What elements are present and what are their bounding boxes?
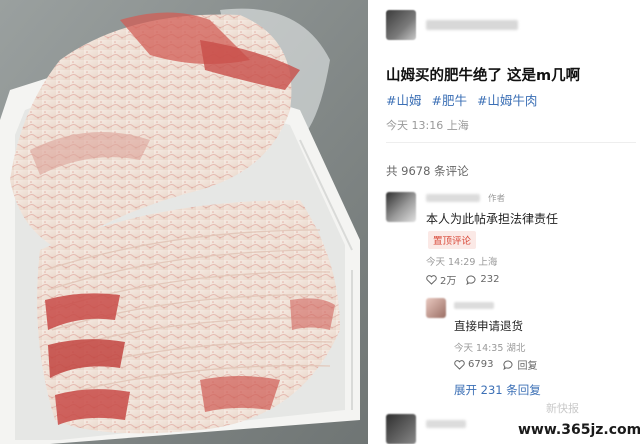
comment-text: 本人为此帖承担法律责任: [426, 212, 559, 226]
comment-count: 共 9678 条评论: [386, 164, 469, 178]
site-watermark: www.365jz.com: [516, 422, 640, 438]
reply-button[interactable]: 232: [466, 274, 499, 285]
like-button[interactable]: 2万: [426, 272, 456, 287]
beef-tray-image: [0, 0, 368, 444]
reply-count: 232: [480, 274, 500, 285]
expand-replies-link[interactable]: 展开 231 条回复: [454, 382, 541, 398]
comment-actions: 6793 回复: [454, 357, 547, 372]
reply-label: 回复: [517, 361, 538, 372]
commenter-name-blurred[interactable]: [454, 302, 494, 309]
post-header: [386, 10, 518, 40]
comment-actions: 2万 232: [426, 272, 509, 287]
post-tags: #山姆 #肥牛 #山姆牛肉: [386, 90, 543, 109]
comment-meta: 今天 14:35 湖北: [454, 343, 526, 354]
tag-link[interactable]: #肥牛: [431, 93, 466, 108]
comment-text: 直接申请退货: [454, 319, 523, 333]
commenter-avatar[interactable]: [426, 298, 446, 318]
author-badge: 作者: [488, 194, 506, 204]
tag-link[interactable]: #山姆: [386, 93, 421, 108]
commenter-name-blurred[interactable]: [426, 194, 480, 202]
post-photo[interactable]: [0, 0, 368, 444]
comment-bubble-icon: [503, 360, 513, 370]
comment-bubble-icon: [466, 275, 476, 285]
reply-button[interactable]: 回复: [503, 357, 537, 372]
author-name-blurred[interactable]: [426, 20, 518, 30]
news-watermark: 新快报: [546, 402, 579, 415]
like-count: 2万: [440, 276, 457, 287]
post-timestamp: 今天 13:16 上海: [386, 119, 469, 132]
like-button[interactable]: 6793: [454, 359, 493, 370]
commenter-avatar[interactable]: [386, 192, 416, 222]
post-panel: 山姆买的肥牛绝了 这是m几啊 #山姆 #肥牛 #山姆牛肉 今天 13:16 上海…: [368, 0, 640, 444]
tag-link[interactable]: #山姆牛肉: [477, 93, 537, 108]
heart-icon: [454, 359, 465, 370]
pinned-comment-badge: 置顶评论: [428, 231, 477, 249]
author-avatar[interactable]: [386, 10, 416, 40]
commenter-name-blurred[interactable]: [426, 420, 466, 428]
like-count: 6793: [468, 359, 494, 370]
post-title: 山姆买的肥牛绝了 这是m几啊: [386, 68, 581, 84]
heart-icon: [426, 274, 437, 285]
divider: [386, 142, 636, 143]
commenter-avatar[interactable]: [386, 414, 416, 444]
comment-meta: 今天 14:29 上海: [426, 257, 498, 268]
